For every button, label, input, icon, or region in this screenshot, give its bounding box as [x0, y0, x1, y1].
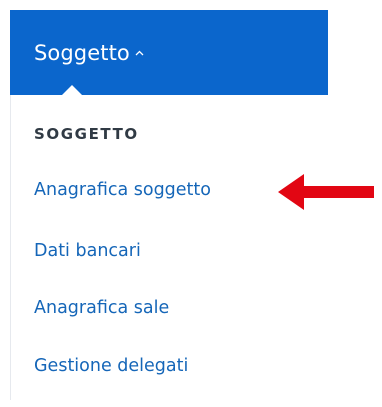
- menu-left-edge: [10, 95, 11, 400]
- dropdown-heading: SOGGETTO: [34, 125, 139, 143]
- dropdown-caret: [60, 85, 84, 97]
- soggetto-dropdown-menu: SOGGETTO Anagrafica soggetto Dati bancar…: [12, 85, 328, 400]
- top-navbar: Soggetto: [10, 10, 328, 95]
- chevron-up-icon: [135, 50, 144, 58]
- menu-item-anagrafica-sale[interactable]: Anagrafica sale: [34, 298, 169, 318]
- page: Soggetto SOGGETTO Anagrafica soggetto Da…: [0, 0, 382, 407]
- soggetto-menu-label: Soggetto: [34, 40, 130, 65]
- menu-item-anagrafica-soggetto[interactable]: Anagrafica soggetto: [34, 180, 211, 200]
- menu-item-gestione-delegati[interactable]: Gestione delegati: [34, 356, 188, 376]
- menu-item-dati-bancari[interactable]: Dati bancari: [34, 241, 141, 261]
- soggetto-menu-toggle[interactable]: Soggetto: [34, 10, 144, 95]
- red-arrow-left-icon: [278, 174, 374, 210]
